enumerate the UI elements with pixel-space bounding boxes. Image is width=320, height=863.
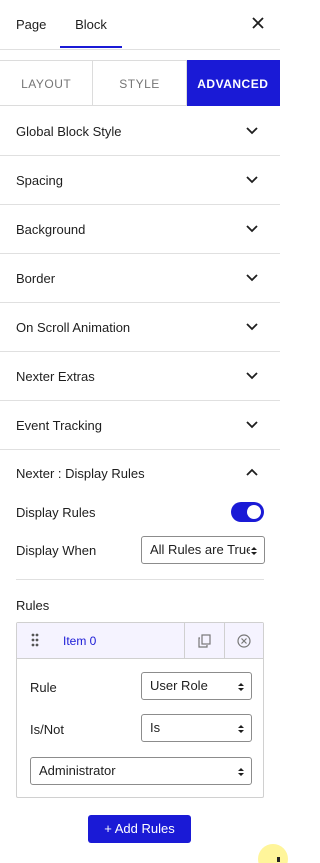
chevron-down-icon (246, 127, 258, 135)
panel-title: Nexter : Display Rules (16, 466, 145, 481)
panel-nexter-extras[interactable]: Nexter Extras (0, 352, 280, 401)
panel-label: On Scroll Animation (16, 320, 131, 335)
close-icon (252, 17, 264, 29)
rule-item-name: Item 0 (63, 634, 97, 648)
select-arrows-icon (237, 724, 245, 734)
scroll-indicator[interactable] (258, 844, 288, 863)
sidebar-header-tabs: Page Block (0, 0, 280, 50)
add-rules-button[interactable]: + Add Rules (88, 815, 191, 843)
rule-type-value: User Role (150, 678, 208, 693)
display-when-select[interactable]: All Rules are True (141, 536, 265, 564)
chevron-down-icon (246, 176, 258, 184)
chevron-down-icon (246, 225, 258, 233)
panel-label: Background (16, 222, 86, 237)
select-arrows-icon (250, 546, 258, 556)
panel-event-tracking[interactable]: Event Tracking (0, 401, 280, 450)
select-arrows-icon (237, 682, 245, 692)
panel-global-block-style[interactable]: Global Block Style (0, 107, 280, 156)
mode-tabs: LAYOUT STYLE ADVANCED (0, 60, 280, 106)
rules-label: Rules (16, 598, 50, 613)
panel-on-scroll-animation[interactable]: On Scroll Animation (0, 303, 280, 352)
rule-item-header[interactable]: Item 0 (17, 623, 263, 659)
display-when-value: All Rules are True (150, 542, 254, 557)
copy-icon (198, 634, 211, 648)
chevron-down-icon (246, 421, 258, 429)
chevron-down-icon (246, 274, 258, 282)
display-rules-toggle[interactable] (231, 502, 264, 522)
select-arrows-icon (237, 767, 245, 777)
isnot-value: Is (150, 720, 161, 735)
remove-rule-button[interactable] (224, 623, 264, 659)
rule-label: Rule (30, 680, 57, 695)
isnot-select[interactable]: Is (141, 714, 252, 742)
panel-border[interactable]: Border (0, 254, 280, 303)
panel-label: Spacing (16, 173, 63, 188)
close-circle-icon (237, 634, 251, 648)
tab-page[interactable]: Page (16, 0, 46, 50)
drag-handle-icon[interactable] (31, 633, 39, 647)
duplicate-button[interactable] (185, 623, 225, 659)
chevron-down-icon (246, 372, 258, 380)
panel-label: Border (16, 271, 56, 286)
panel-display-rules-header[interactable]: Nexter : Display Rules (0, 449, 280, 498)
display-rules-label: Display Rules (16, 505, 96, 520)
tab-advanced[interactable]: ADVANCED (186, 60, 280, 106)
divider (16, 579, 264, 580)
panel-spacing[interactable]: Spacing (0, 156, 280, 205)
isnot-label: Is/Not (30, 722, 64, 737)
chevron-up-icon (246, 468, 258, 476)
display-when-label: Display When (16, 543, 97, 558)
close-button[interactable] (250, 15, 266, 31)
tab-layout[interactable]: LAYOUT (0, 60, 94, 106)
panel-background[interactable]: Background (0, 205, 280, 254)
panel-label: Nexter Extras (16, 369, 95, 384)
tab-style[interactable]: STYLE (93, 60, 187, 106)
toggle-knob (247, 505, 261, 519)
rule-type-select[interactable]: User Role (141, 672, 252, 700)
user-role-value: Administrator (39, 763, 116, 778)
chevron-down-icon (246, 323, 258, 331)
user-role-select[interactable]: Administrator (30, 757, 252, 785)
tab-block[interactable]: Block (60, 0, 122, 50)
panel-label: Global Block Style (16, 124, 122, 139)
panel-label: Event Tracking (16, 418, 102, 433)
rule-item: Item 0 Rule User Role Is/Not Is Administ… (16, 622, 264, 798)
